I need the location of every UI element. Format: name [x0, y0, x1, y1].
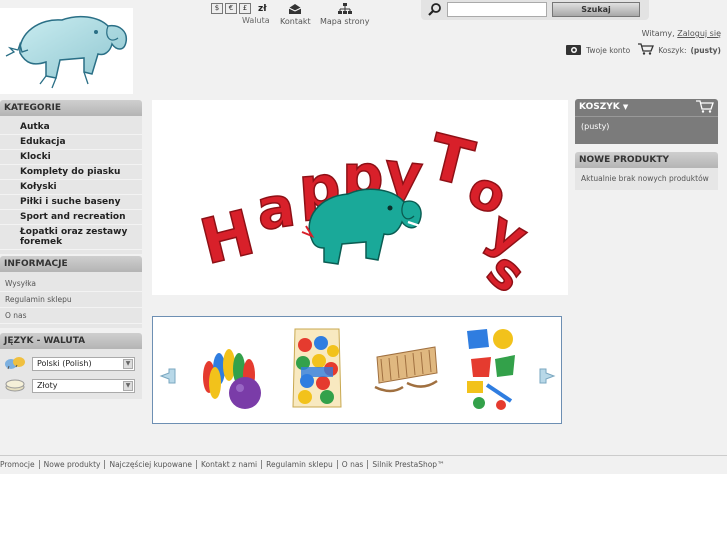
- banner-letter-a: a: [253, 174, 299, 244]
- currency-gbp-button[interactable]: £: [239, 3, 251, 14]
- envelope-icon: [280, 3, 311, 15]
- banner-letter-h: H: [193, 195, 261, 278]
- product-balls-bag-image[interactable]: [289, 323, 345, 416]
- cart-block: Koszyk ▼ (pusty): [575, 99, 718, 144]
- currency-select[interactable]: Złoty ▼: [32, 379, 135, 393]
- category-item[interactable]: Komplety do piasku: [0, 165, 142, 180]
- sitemap-icon: [320, 3, 369, 15]
- category-item[interactable]: Piłki i suche baseny: [0, 195, 142, 210]
- new-products-title[interactable]: Nowe produkty: [575, 152, 718, 168]
- header-cart-status: (pusty): [690, 45, 721, 55]
- search-icon: [428, 3, 442, 19]
- account-link[interactable]: Twoje konto: [586, 46, 630, 55]
- account-icon: [566, 44, 582, 57]
- category-item[interactable]: Autka: [0, 120, 142, 135]
- login-link[interactable]: Zaloguj się: [677, 29, 721, 38]
- cart-title-text: Koszyk: [579, 102, 620, 112]
- footer-link-contact[interactable]: Kontakt z nami: [197, 460, 263, 469]
- language-select[interactable]: Polski (Polish) ▼: [32, 357, 135, 371]
- currency-select-value: Złoty: [37, 381, 58, 390]
- category-item[interactable]: Edukacja: [0, 135, 142, 150]
- product-bowling-set-image[interactable]: [195, 325, 265, 414]
- welcome-message: Witamy, Zaloguj się: [642, 29, 721, 38]
- category-item[interactable]: Klocki: [0, 150, 142, 165]
- category-item[interactable]: Sport and recreation: [0, 210, 142, 225]
- footer-link-promotions[interactable]: Promocje: [0, 460, 40, 469]
- language-currency-title: Język - Waluta: [0, 333, 142, 349]
- info-link[interactable]: O nas: [0, 308, 142, 324]
- categories-title: Kategorie: [0, 100, 142, 116]
- cart-title[interactable]: Koszyk ▼: [575, 99, 718, 116]
- currency-icon: [4, 377, 26, 396]
- arrow-left-icon: [159, 368, 176, 384]
- cart-icon: [638, 43, 655, 57]
- new-products-message: Aktualnie brak nowych produktów: [575, 168, 718, 190]
- header-cart-label[interactable]: Koszyk:: [658, 46, 686, 55]
- arrow-right-icon: [539, 368, 556, 384]
- footer-link-about[interactable]: O nas: [338, 460, 369, 469]
- footer-link-prestashop[interactable]: Silnik PrestaShop™: [368, 460, 448, 469]
- category-item[interactable]: Łopatki oraz zestawy foremek: [0, 225, 142, 250]
- happy-toys-banner: H a p p y T o y s: [152, 100, 568, 305]
- chevron-down-icon: ▼: [123, 359, 133, 369]
- carousel-prev-button[interactable]: [159, 367, 177, 388]
- language-select-value: Polski (Polish): [37, 359, 92, 368]
- information-list: Wysyłka Regulamin sklepu O nas: [0, 272, 142, 328]
- new-products-block: Nowe produkty Aktualnie brak nowych prod…: [575, 152, 718, 190]
- currency-label: Waluta: [242, 16, 270, 25]
- chevron-down-icon: ▼: [123, 381, 133, 391]
- contact-label: Kontakt: [280, 17, 311, 26]
- shop-logo[interactable]: [0, 8, 133, 94]
- info-link[interactable]: Regulamin sklepu: [0, 292, 142, 308]
- footer-link-terms[interactable]: Regulamin sklepu: [262, 460, 338, 469]
- footer-link-new-products[interactable]: Nowe produkty: [40, 460, 106, 469]
- cart-basket-icon: [696, 99, 714, 116]
- chevron-down-icon: ▼: [622, 103, 629, 111]
- language-currency-block: Język - Waluta Polski (Polish) ▼ Złoty ▼: [0, 333, 142, 399]
- carousel-next-button[interactable]: [538, 367, 556, 388]
- info-link[interactable]: Wysyłka: [0, 276, 142, 292]
- information-title: Informacje: [0, 256, 142, 272]
- elephant-logo-icon: [5, 15, 128, 89]
- category-item[interactable]: Kołyski: [0, 180, 142, 195]
- product-sand-toys-image[interactable]: [461, 325, 521, 414]
- category-list: Autka Edukacja Klocki Komplety do piasku…: [0, 116, 142, 254]
- footer-links: Promocje Nowe produkty Najczęściej kupow…: [0, 455, 727, 473]
- currency-eur-button[interactable]: €: [225, 3, 237, 14]
- product-cradle-image[interactable]: [371, 337, 441, 400]
- information-block: Informacje Wysyłka Regulamin sklepu O na…: [0, 256, 142, 328]
- cart-status: (pusty): [575, 116, 718, 144]
- welcome-text: Witamy,: [641, 29, 675, 38]
- currency-switcher: $ € £ zł: [211, 3, 267, 14]
- footer-link-best-sellers[interactable]: Najczęściej kupowane: [105, 460, 197, 469]
- search-bar: Szukaj: [421, 0, 649, 20]
- contact-link[interactable]: Kontakt: [280, 3, 311, 26]
- currency-selected: zł: [258, 3, 267, 14]
- page-bottom: [0, 474, 727, 545]
- language-icon: [4, 355, 26, 374]
- product-carousel: [152, 316, 562, 424]
- user-links: Twoje konto Koszyk: (pusty): [566, 43, 721, 57]
- search-input[interactable]: [447, 2, 547, 17]
- categories-block: Kategorie Autka Edukacja Klocki Komplety…: [0, 100, 142, 254]
- currency-usd-button[interactable]: $: [211, 3, 223, 14]
- search-button[interactable]: Szukaj: [552, 2, 640, 17]
- sitemap-label: Mapa strony: [320, 17, 370, 26]
- sitemap-link[interactable]: Mapa strony: [320, 3, 369, 26]
